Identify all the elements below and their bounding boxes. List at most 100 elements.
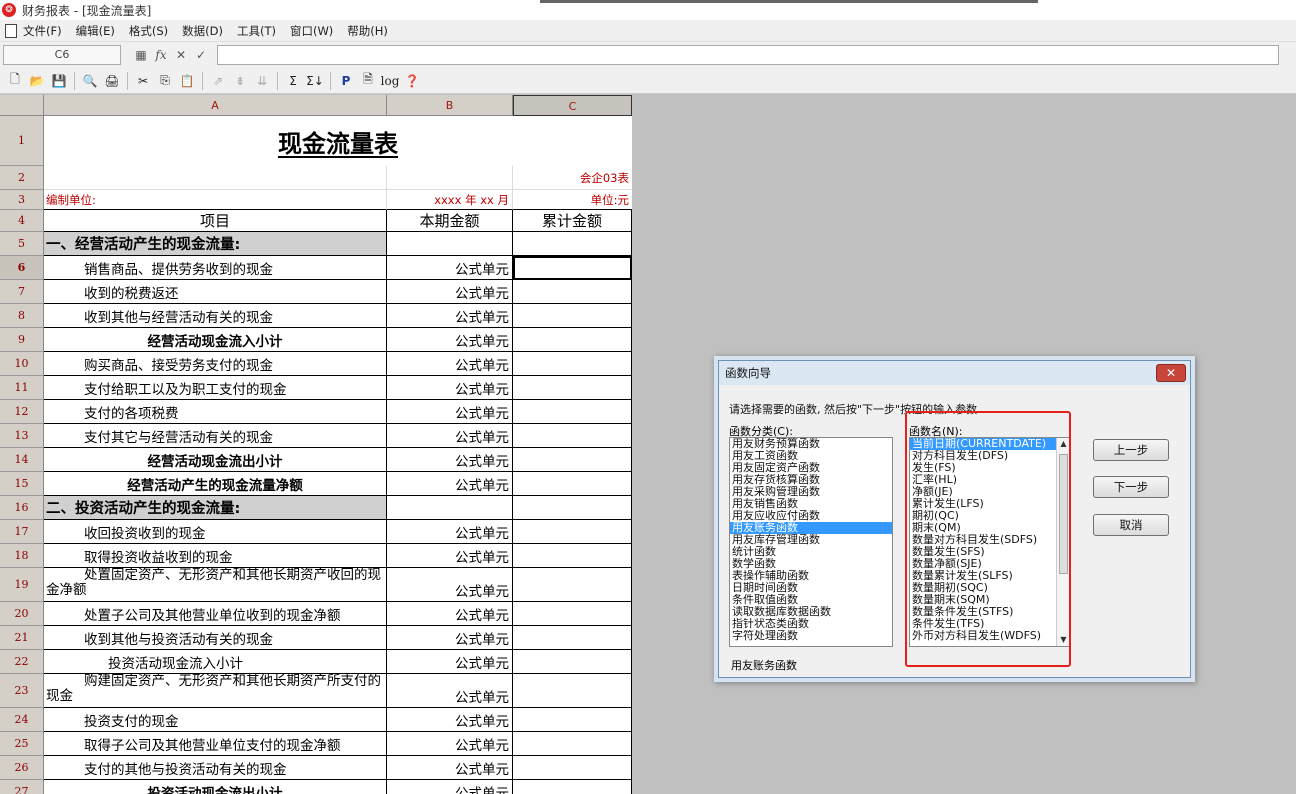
function-item[interactable]: 发生(FS) [910, 462, 1056, 474]
menu-tools[interactable]: 工具(T) [237, 23, 276, 39]
function-item[interactable]: 数量累计发生(SLFS) [910, 570, 1056, 582]
cumulative-amount-cell[interactable] [513, 448, 632, 472]
current-amount-cell[interactable]: 公式单元 [387, 708, 513, 732]
current-amount-cell[interactable]: 公式单元 [387, 544, 513, 568]
category-listbox[interactable]: 用友财务预算函数 用友工资函数 用友固定资产函数 用友存货核算函数 用友采购管理函数 用友… [729, 437, 893, 647]
current-amount-cell[interactable]: 公式单元 [387, 520, 513, 544]
item-cell[interactable]: 收回投资收到的现金 [44, 520, 387, 544]
item-cell[interactable]: 支付其它与经营活动有关的现金 [44, 424, 387, 448]
cumulative-amount-cell[interactable] [513, 232, 632, 256]
current-amount-cell[interactable]: 公式单元 [387, 626, 513, 650]
row-header[interactable]: 24 [0, 708, 44, 732]
row-header[interactable]: 12 [0, 400, 44, 424]
menu-window[interactable]: 窗口(W) [290, 23, 333, 39]
cell[interactable] [387, 166, 513, 190]
category-item[interactable]: 数学函数 [730, 558, 892, 570]
row-header[interactable]: 10 [0, 352, 44, 376]
next-button[interactable]: 下一步 [1093, 476, 1169, 498]
log-icon[interactable]: log [379, 71, 401, 91]
cumulative-amount-cell[interactable] [513, 400, 632, 424]
current-amount-cell[interactable]: 公式单元 [387, 448, 513, 472]
item-cell[interactable]: 取得子公司及其他营业单位支付的现金净额 [44, 732, 387, 756]
cumulative-amount-cell[interactable] [513, 780, 632, 794]
function-item[interactable]: 外币对方科目发生(WDFS) [910, 630, 1056, 642]
current-amount-cell[interactable]: 公式单元 [387, 304, 513, 328]
row-header[interactable]: 27 [0, 780, 44, 794]
document-icon[interactable] [5, 23, 17, 38]
category-item[interactable]: 用友销售函数 [730, 498, 892, 510]
current-amount-cell[interactable]: 公式单元 [387, 328, 513, 352]
column-header-a[interactable]: A [44, 95, 387, 116]
cancel-button[interactable]: 取消 [1093, 514, 1169, 536]
row-header[interactable]: 9 [0, 328, 44, 352]
category-item[interactable]: 日期时间函数 [730, 582, 892, 594]
current-amount-cell[interactable]: 公式单元 [387, 568, 513, 602]
item-cell[interactable]: 处置固定资产、无形资产和其他长期资产收回的现金净额 [44, 568, 387, 602]
paste-icon[interactable]: 📋 [176, 71, 198, 91]
close-button[interactable]: ✕ [1156, 364, 1186, 382]
category-item[interactable]: 用友应收应付函数 [730, 510, 892, 522]
cumulative-amount-cell[interactable] [513, 352, 632, 376]
row-header[interactable]: 8 [0, 304, 44, 328]
item-cell[interactable]: 销售商品、提供劳务收到的现金 [44, 256, 387, 280]
item-cell[interactable]: 购建固定资产、无形资产和其他长期资产所支付的现金 [44, 674, 387, 708]
save-icon[interactable]: 💾 [48, 71, 70, 91]
selected-cell-c6[interactable] [513, 256, 632, 280]
item-cell[interactable]: 投资活动现金流入小计 [44, 650, 387, 674]
insert-icon[interactable]: ⇟ [229, 71, 251, 91]
function-item[interactable]: 期初(QC) [910, 510, 1056, 522]
menu-file[interactable]: 文件(F) [23, 23, 62, 39]
function-item[interactable]: 条件发生(TFS) [910, 618, 1056, 630]
print-preview-icon[interactable]: 🔍 [79, 71, 101, 91]
cumulative-amount-cell[interactable] [513, 328, 632, 352]
row-header[interactable]: 5 [0, 232, 44, 256]
current-amount-cell[interactable]: 公式单元 [387, 376, 513, 400]
open-folder-icon[interactable]: 📂 [26, 71, 48, 91]
row-header[interactable]: 14 [0, 448, 44, 472]
item-cell[interactable]: 投资支付的现金 [44, 708, 387, 732]
column-header-b[interactable]: B [387, 95, 513, 116]
formula-input[interactable] [217, 45, 1279, 65]
category-item[interactable]: 用友存货核算函数 [730, 474, 892, 486]
function-listbox[interactable]: 当前日期(CURRENTDATE) 对方科目发生(DFS) 发生(FS) 汇率(HL)… [909, 437, 1071, 647]
function-item[interactable]: 数量条件发生(STFS) [910, 606, 1056, 618]
category-item[interactable]: 读取数据库数据函数 [730, 606, 892, 618]
current-amount-cell[interactable]: 公式单元 [387, 424, 513, 448]
item-cell[interactable]: 投资活动现金流出小计 [44, 780, 387, 794]
category-item[interactable]: 用友库存管理函数 [730, 534, 892, 546]
row-header[interactable]: 21 [0, 626, 44, 650]
category-item[interactable]: 指针状态类函数 [730, 618, 892, 630]
cumulative-amount-cell[interactable] [513, 708, 632, 732]
row-header[interactable]: 7 [0, 280, 44, 304]
document-edit-icon[interactable]: 🗎 [357, 71, 379, 91]
current-amount-cell[interactable] [387, 496, 513, 520]
function-item[interactable]: 累计发生(LFS) [910, 498, 1056, 510]
cumulative-amount-cell[interactable] [513, 626, 632, 650]
category-item[interactable]: 用友固定资产函数 [730, 462, 892, 474]
cancel-edit-icon[interactable]: ✕ [171, 48, 191, 62]
cumulative-amount-cell[interactable] [513, 424, 632, 448]
item-cell[interactable]: 支付的各项税费 [44, 400, 387, 424]
confirm-edit-icon[interactable]: ✓ [191, 48, 211, 62]
print-icon[interactable]: 🖨 [101, 71, 123, 91]
current-amount-cell[interactable]: 公式单元 [387, 256, 513, 280]
row-header[interactable]: 13 [0, 424, 44, 448]
item-cell[interactable]: 支付的其他与投资活动有关的现金 [44, 756, 387, 780]
cut-icon[interactable]: ✂ [132, 71, 154, 91]
function-item[interactable]: 数量对方科目发生(SDFS) [910, 534, 1056, 546]
help-pointer-icon[interactable]: ❓ [401, 71, 423, 91]
row-header[interactable]: 20 [0, 602, 44, 626]
current-amount-cell[interactable]: 公式单元 [387, 400, 513, 424]
cumulative-amount-cell[interactable] [513, 732, 632, 756]
new-file-icon[interactable]: 🗋 [4, 71, 26, 91]
cell-reference-box[interactable]: C6 [3, 45, 121, 65]
row-header[interactable]: 4 [0, 210, 44, 232]
cumulative-amount-cell[interactable] [513, 376, 632, 400]
item-cell[interactable]: 支付给职工以及为职工支付的现金 [44, 376, 387, 400]
row-header[interactable]: 11 [0, 376, 44, 400]
row-header[interactable]: 17 [0, 520, 44, 544]
cumulative-amount-cell[interactable] [513, 650, 632, 674]
category-item[interactable]: 条件取值函数 [730, 594, 892, 606]
row-header[interactable]: 1 [0, 116, 44, 166]
item-cell[interactable]: 二、投资活动产生的现金流量: [44, 496, 387, 520]
